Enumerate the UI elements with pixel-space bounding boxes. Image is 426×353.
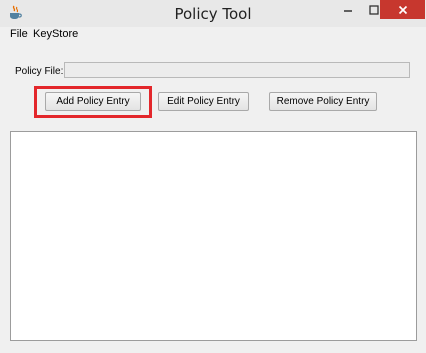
menu-keystore[interactable]: KeyStore [33, 28, 78, 40]
policy-entries-list[interactable] [10, 131, 417, 341]
minimize-button[interactable] [335, 0, 361, 19]
title-bar[interactable]: Policy Tool [0, 0, 426, 27]
remove-policy-entry-button[interactable]: Remove Policy Entry [269, 92, 377, 111]
policy-tool-window: Policy Tool File KeyStore Policy File: A… [0, 0, 426, 353]
menu-file[interactable]: File [10, 28, 28, 40]
close-button[interactable] [380, 0, 425, 19]
menu-bar: File KeyStore [0, 27, 426, 41]
edit-policy-entry-button[interactable]: Edit Policy Entry [158, 92, 249, 111]
close-icon [398, 5, 407, 14]
highlight-box [34, 86, 152, 118]
policy-file-field[interactable] [64, 62, 410, 78]
maximize-icon [369, 4, 379, 15]
window-bottom [0, 342, 426, 353]
policy-file-label: Policy File: [15, 66, 64, 77]
minimize-icon [344, 9, 352, 12]
